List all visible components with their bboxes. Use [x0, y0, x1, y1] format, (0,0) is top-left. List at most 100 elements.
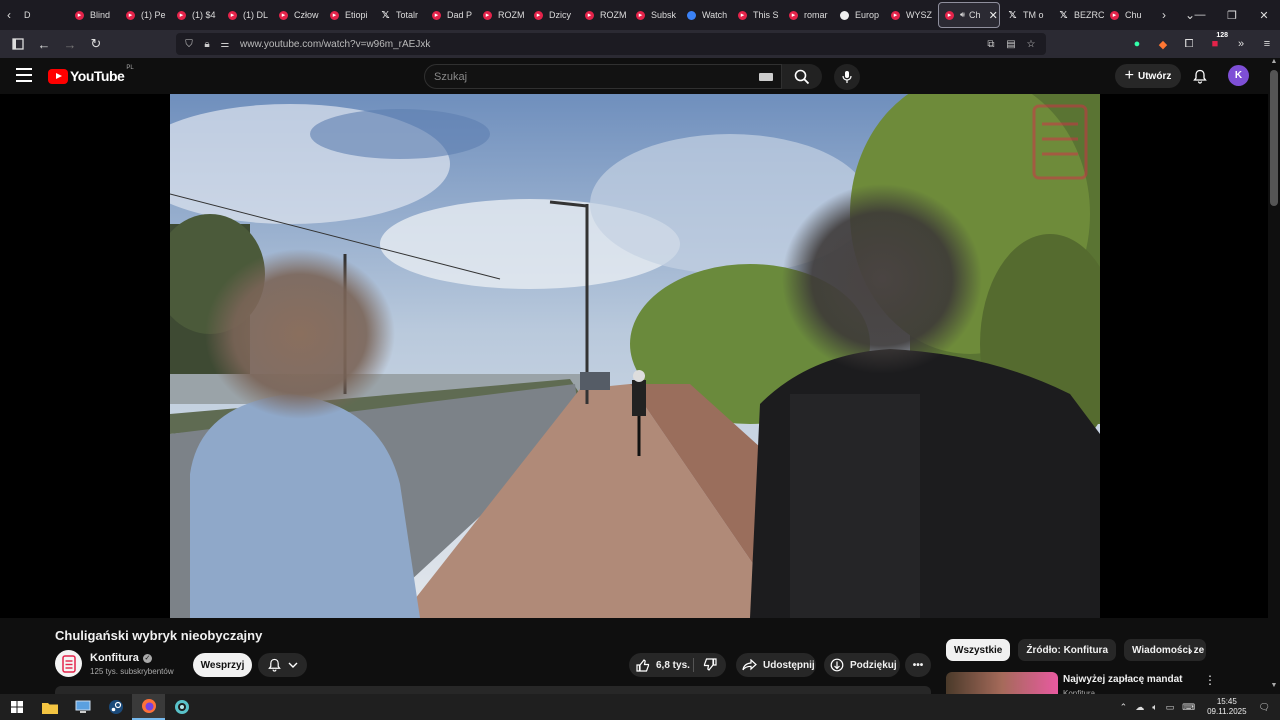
browser-tab[interactable]: ▸ Subsk — [630, 0, 681, 30]
search-button[interactable] — [782, 64, 822, 89]
tab-audio-icon[interactable]: 🔊︎ — [960, 10, 965, 20]
overflow-chevrons-icon[interactable]: » — [1228, 38, 1254, 50]
more-actions-button[interactable]: ••• — [905, 653, 931, 677]
thanks-button[interactable]: Podziękuj — [824, 653, 900, 677]
scroll-down-arrow-icon[interactable]: ▼ — [1268, 682, 1280, 694]
extensions-puzzle-icon[interactable]: ⧠ — [1176, 38, 1202, 51]
recommended-video-menu-icon[interactable]: ⋮ — [1204, 673, 1216, 687]
browser-tab[interactable]: 𝕏 Totalr — [375, 0, 426, 30]
tab-close-icon[interactable]: ✕ — [989, 9, 998, 22]
more-horizontal-icon: ••• — [912, 659, 924, 671]
reader-view-icon[interactable]: ▤ — [1002, 39, 1020, 50]
browser-tab[interactable]: ▸ ROZM — [477, 0, 528, 30]
video-scene-image — [170, 94, 1100, 618]
tray-overflow-chevron-icon[interactable]: ⌃ — [1120, 702, 1128, 713]
browser-tab[interactable]: ▸ (1) DL — [222, 0, 273, 30]
tab-label: Watch — [702, 10, 728, 20]
lock-icon[interactable]: 🔒︎ — [198, 39, 216, 50]
forward-button[interactable]: → — [58, 32, 82, 56]
browser-tab[interactable]: ▸ Etiopi — [324, 0, 375, 30]
keyboard-icon[interactable] — [759, 73, 773, 81]
browser-tab[interactable]: ▸ Człow — [273, 0, 324, 30]
back-button[interactable]: ← — [32, 32, 56, 56]
tab-label: Etiopi — [345, 10, 368, 20]
browser-tab[interactable]: 𝕏 TM o — [1002, 0, 1053, 30]
browser-tab[interactable]: ▸ (1) $4 — [171, 0, 222, 30]
browser-tab[interactable]: ▸ (1) Pe — [120, 0, 171, 30]
onedrive-cloud-icon[interactable]: ☁ — [1135, 702, 1144, 713]
browser-tab[interactable]: 𝕏 BEZRC — [1053, 0, 1104, 30]
country-code: PL — [126, 65, 134, 71]
browser-tab[interactable]: ▸ Blind — [69, 0, 120, 30]
bookmark-star-icon[interactable]: ☆ — [1022, 39, 1040, 50]
account-avatar[interactable]: K — [1228, 65, 1249, 86]
close-window-button[interactable]: ✕ — [1248, 0, 1280, 30]
tab-label: Totalr — [396, 10, 419, 20]
recommended-video-title[interactable]: Najwyżej zapłacę mandat — [1063, 674, 1183, 685]
scroll-up-arrow-icon[interactable]: ▲ — [1268, 58, 1280, 70]
browser-tab[interactable]: ▸ Chu — [1104, 0, 1155, 30]
page-scrollbar[interactable]: ▲ ▼ — [1268, 58, 1280, 694]
chip-news[interactable]: Wiadomości ze — [1124, 639, 1207, 661]
this-pc-icon[interactable] — [66, 694, 99, 720]
browser-tab[interactable]: ▸ romar — [783, 0, 834, 30]
clock[interactable]: 15:45 09.11.2025 — [1207, 697, 1246, 717]
reload-button[interactable]: ↻ — [84, 32, 108, 56]
clock-time: 15:45 — [1216, 697, 1237, 706]
language-icon[interactable]: ⌨ — [1182, 702, 1195, 713]
create-button[interactable]: + Utwórz — [1115, 64, 1181, 88]
recommended-video-thumbnail[interactable] — [946, 672, 1058, 694]
description-box[interactable] — [55, 686, 931, 694]
channel-name-link[interactable]: Konfitura ✓ — [90, 652, 152, 664]
app-menu-icon[interactable]: ≡ — [1254, 38, 1280, 50]
browser-tab[interactable]: ▸ This S — [732, 0, 783, 30]
channel-avatar[interactable] — [55, 650, 82, 677]
search-input[interactable]: Szukaj — [424, 64, 782, 89]
browser-tab[interactable]: ▸ WYSZ — [885, 0, 936, 30]
tracking-shield-icon[interactable]: ⛉ — [180, 39, 198, 50]
sidebar-toggle-icon[interactable] — [6, 32, 30, 56]
subscription-notifications-button[interactable] — [258, 653, 307, 677]
voice-search-button[interactable] — [834, 64, 860, 90]
network-icon[interactable]: ▭ — [1166, 702, 1175, 713]
restore-button[interactable]: ❐ — [1216, 0, 1248, 30]
extension-badge-icon[interactable]: ■ 128 — [1202, 32, 1228, 50]
start-button[interactable] — [0, 694, 33, 720]
chips-next-chevron-icon[interactable]: › — [1188, 642, 1193, 658]
guide-menu-icon[interactable] — [16, 68, 32, 82]
tab-label: Subsk — [651, 10, 677, 20]
file-explorer-icon[interactable] — [33, 694, 66, 720]
address-bar[interactable]: ⛉ 🔒︎ ⚌ www.youtube.com/watch?v=w96m_rAEJ… — [176, 33, 1046, 55]
youtube-logo[interactable]: YouTube PL — [48, 65, 134, 84]
share-button[interactable]: Udostępnij — [736, 653, 816, 677]
video-frame[interactable] — [170, 94, 1100, 618]
minimize-button[interactable]: — — [1184, 0, 1216, 30]
tor-browser-icon[interactable] — [165, 694, 198, 720]
like-button[interactable]: 6,8 tys. — [636, 658, 690, 672]
firefox-icon[interactable] — [132, 694, 165, 720]
url-text[interactable]: www.youtube.com/watch?v=w96m_rAEJxk — [240, 39, 430, 50]
scrollbar-thumb[interactable] — [1270, 70, 1278, 206]
video-player[interactable] — [0, 94, 1268, 618]
browser-tab[interactable]: Europ — [834, 0, 885, 30]
chip-all[interactable]: Wszystkie — [946, 639, 1011, 661]
browser-tab[interactable]: Watch — [681, 0, 732, 30]
vpn-extension-icon[interactable]: ● — [1124, 38, 1150, 50]
dislike-button[interactable] — [703, 658, 723, 674]
notification-center-icon[interactable]: 🗨︎ — [1259, 702, 1270, 713]
chip-source-channel[interactable]: Źródło: Konfitura — [1018, 639, 1117, 661]
browser-tab[interactable]: ▸ Dad P — [426, 0, 477, 30]
browser-tab[interactable]: D — [18, 0, 69, 30]
steam-icon[interactable] — [99, 694, 132, 720]
support-button[interactable]: Wesprzyj — [193, 653, 252, 677]
browser-tab[interactable]: ▸ ROZM — [579, 0, 630, 30]
picture-in-picture-icon[interactable]: ⧉ — [982, 39, 1000, 50]
tabs-scroll-right-icon[interactable]: › — [1155, 0, 1173, 30]
tabs-scroll-left-icon[interactable]: ‹ — [0, 0, 18, 30]
permissions-icon[interactable]: ⚌ — [216, 39, 234, 50]
notifications-button[interactable] — [1190, 66, 1210, 86]
browser-tab[interactable]: ▸ 🔊︎ Ch ✕ — [938, 2, 1000, 28]
ublock-extension-icon[interactable]: ◆ — [1150, 38, 1176, 51]
browser-tab[interactable]: ▸ Dzicy — [528, 0, 579, 30]
speaker-icon[interactable]: 🔈︎ — [1152, 702, 1157, 713]
